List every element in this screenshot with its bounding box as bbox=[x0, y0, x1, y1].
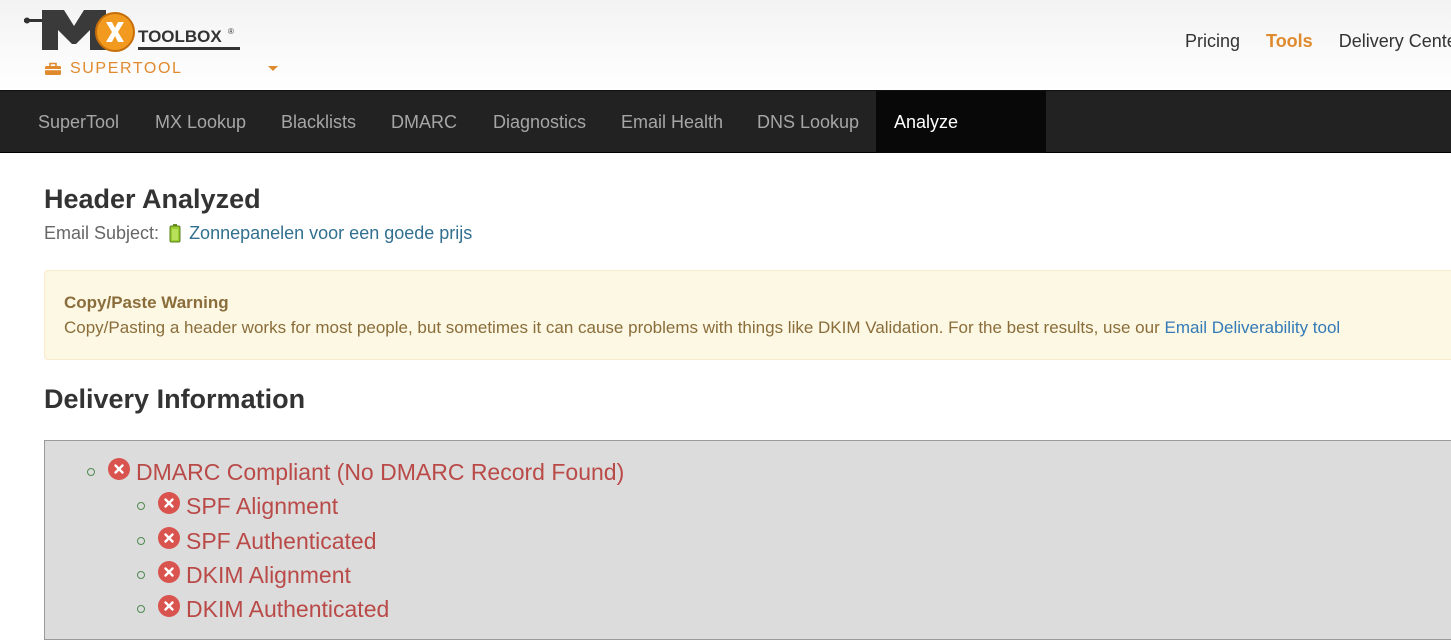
site-header: TOOLBOX ® SUPERTOOL Pricing Tools Delive… bbox=[0, 0, 1451, 90]
top-link-tools[interactable]: Tools bbox=[1266, 31, 1313, 52]
battery-icon bbox=[169, 224, 181, 243]
check-label: DKIM Alignment bbox=[186, 561, 351, 588]
error-x-icon bbox=[158, 561, 180, 583]
check-label: DKIM Authenticated bbox=[186, 595, 390, 622]
tool-navbar: SuperTool MX Lookup Blacklists DMARC Dia… bbox=[0, 90, 1451, 194]
bullet-icon bbox=[137, 537, 145, 545]
check-spf-alignment: SPF Alignment bbox=[137, 491, 338, 521]
tab-diagnostics[interactable]: Diagnostics bbox=[475, 91, 604, 153]
tab-email-health[interactable]: Email Health bbox=[603, 91, 741, 153]
error-x-icon bbox=[158, 595, 180, 617]
bullet-icon bbox=[137, 605, 145, 613]
warning-text-line: Copy/Pasting a header works for most peo… bbox=[64, 318, 1340, 338]
error-x-icon bbox=[158, 492, 180, 514]
check-dkim-authenticated: DKIM Authenticated bbox=[137, 594, 389, 624]
tab-analyze-headers[interactable]: Analyze Headers bbox=[876, 91, 1046, 194]
bullet-icon bbox=[137, 502, 145, 510]
supertool-dropdown[interactable]: SUPERTOOL bbox=[44, 59, 278, 79]
bullet-icon bbox=[137, 571, 145, 579]
top-navigation: Pricing Tools Delivery Center bbox=[1185, 31, 1451, 52]
svg-text:®: ® bbox=[228, 27, 234, 36]
error-x-icon bbox=[158, 527, 180, 549]
subject-label: Email Subject: bbox=[44, 223, 160, 243]
warning-text: Copy/Pasting a header works for most peo… bbox=[64, 318, 1165, 337]
toolbox-icon bbox=[45, 62, 61, 75]
email-subject-row: Email Subject: Zonnepanelen voor een goe… bbox=[44, 223, 472, 244]
delivery-information-panel: DMARC Compliant (No DMARC Record Found) … bbox=[44, 440, 1451, 640]
tab-supertool[interactable]: SuperTool bbox=[20, 91, 137, 153]
top-link-delivery-center[interactable]: Delivery Center bbox=[1339, 31, 1451, 52]
check-spf-authenticated: SPF Authenticated bbox=[137, 526, 377, 556]
tab-blacklists[interactable]: Blacklists bbox=[263, 91, 374, 153]
supertool-label: SUPERTOOL bbox=[70, 60, 183, 77]
check-label: DMARC Compliant (No DMARC Record Found) bbox=[136, 458, 625, 485]
check-label: SPF Alignment bbox=[186, 492, 339, 519]
tab-dns-lookup[interactable]: DNS Lookup bbox=[739, 91, 877, 153]
check-dmarc-compliant: DMARC Compliant (No DMARC Record Found) bbox=[87, 457, 624, 487]
delivery-information-title: Delivery Information bbox=[44, 384, 306, 414]
subject-value: Zonnepanelen voor een goede prijs bbox=[189, 223, 473, 243]
copy-paste-warning: Copy/Paste Warning Copy/Pasting a header… bbox=[44, 270, 1451, 360]
email-deliverability-link[interactable]: Email Deliverability tool bbox=[1164, 318, 1340, 337]
tab-mx-lookup[interactable]: MX Lookup bbox=[137, 91, 264, 153]
logo-brand-text: TOOLBOX bbox=[138, 27, 222, 46]
mxtoolbox-logo[interactable]: TOOLBOX ® bbox=[24, 4, 254, 56]
bullet-icon bbox=[87, 468, 95, 476]
page-title: Header Analyzed bbox=[44, 184, 261, 214]
check-dkim-alignment: DKIM Alignment bbox=[137, 560, 351, 590]
chevron-down-icon bbox=[268, 66, 278, 71]
warning-title: Copy/Paste Warning bbox=[64, 293, 229, 312]
top-link-pricing[interactable]: Pricing bbox=[1185, 31, 1240, 52]
tab-dmarc[interactable]: DMARC bbox=[373, 91, 475, 153]
error-x-icon bbox=[108, 458, 130, 480]
check-label: SPF Authenticated bbox=[186, 527, 377, 554]
